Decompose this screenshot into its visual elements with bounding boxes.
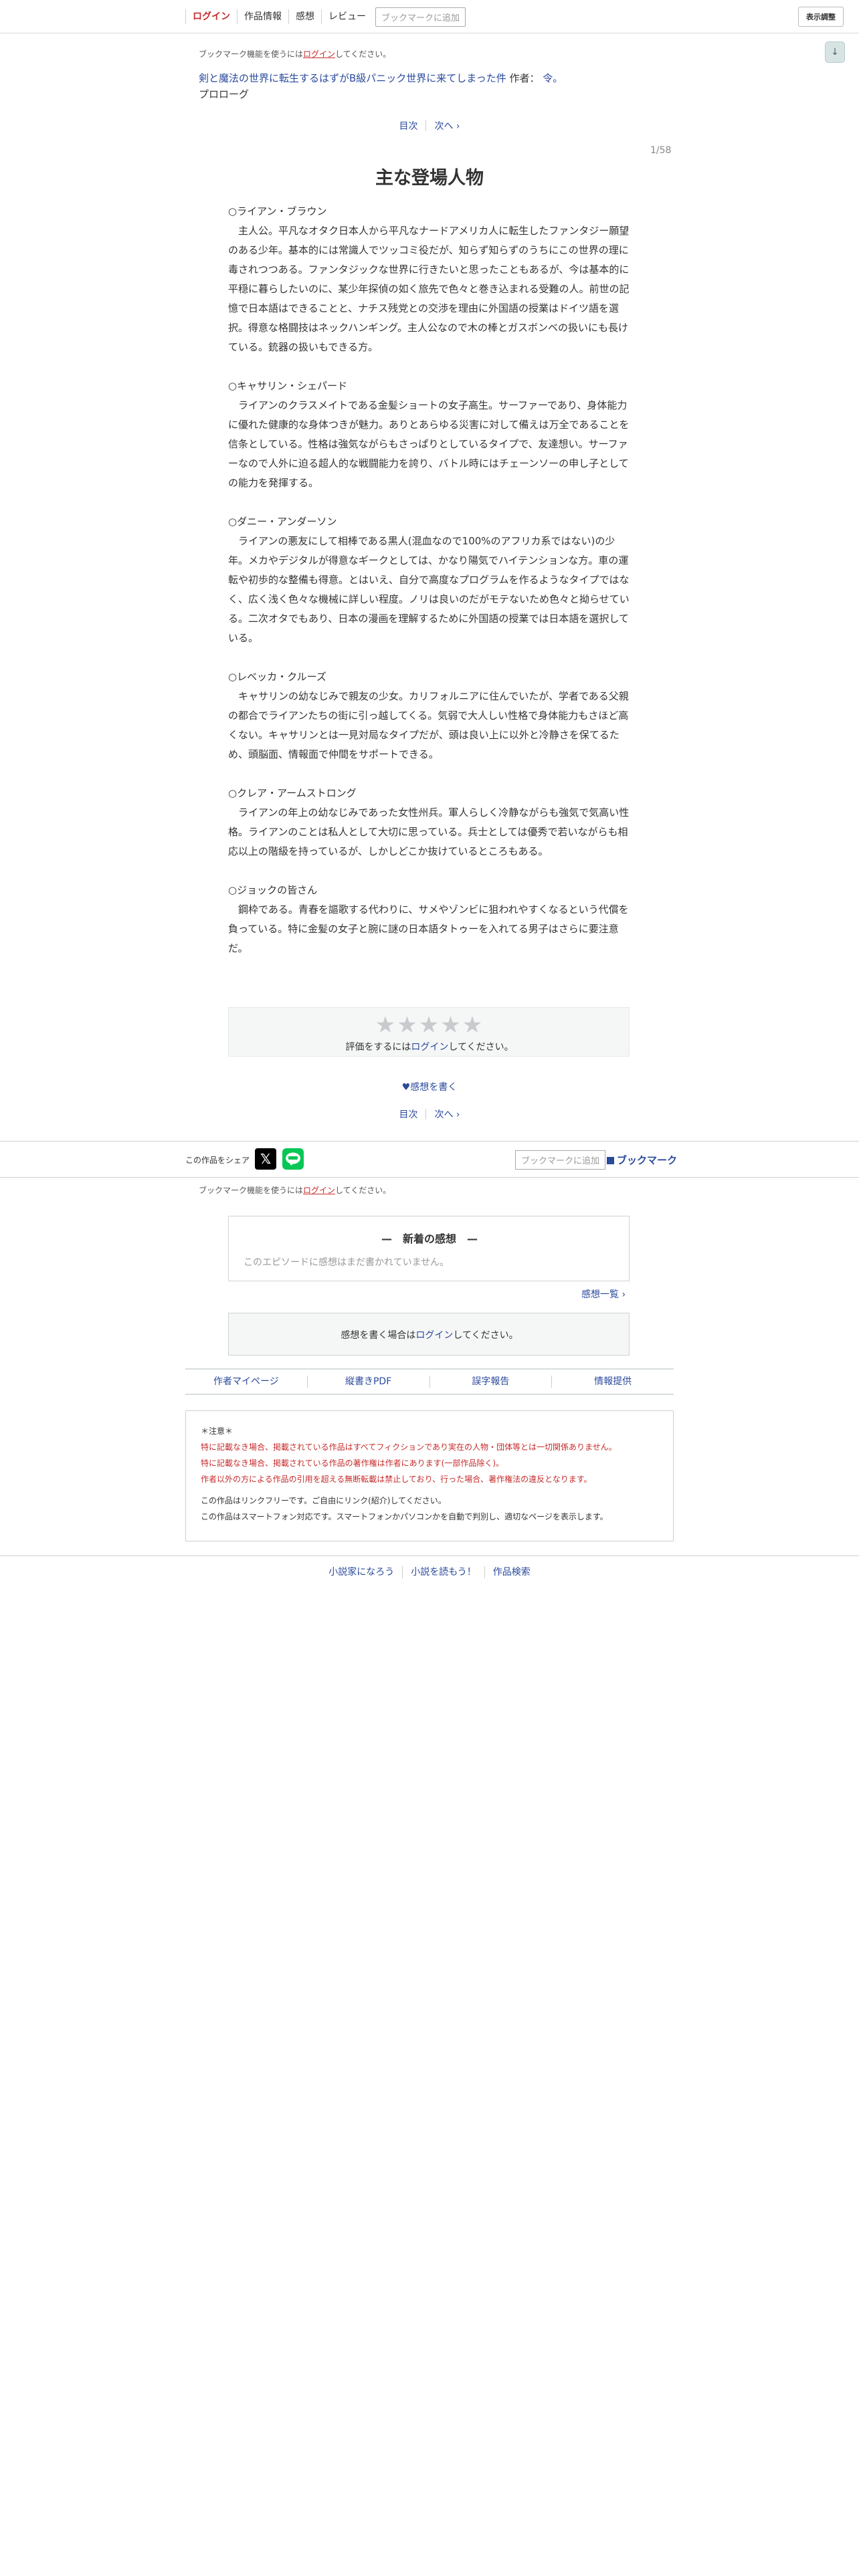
work-info-link[interactable]: 作品情報	[237, 9, 289, 24]
login-link[interactable]: ログイン	[185, 9, 237, 24]
toc-link[interactable]: 目次	[391, 1107, 425, 1121]
bookmark-login-notice: ブックマーク機能を使うにはログインしてください。	[199, 49, 391, 59]
latest-impressions-box: — 新着の感想 — このエピソードに感想はまだ書かれていません。	[228, 1216, 630, 1281]
impressions-empty-text: このエピソードに感想はまだ書かれていません。	[244, 1257, 450, 1268]
bottom-site-links: 小説家になろう 小説を読もう！ 作品検索	[0, 1566, 859, 1578]
bottom-divider	[0, 1555, 859, 1556]
next-link[interactable]: 次へ ›	[426, 1107, 468, 1121]
review-link[interactable]: レビュー	[322, 9, 373, 24]
bookmark-login-link[interactable]: ログイン	[303, 49, 335, 59]
scroll-down-icon[interactable]: ↓	[825, 41, 845, 63]
character-entry: ○ライアン・ブラウン 主人公。平凡なオタク日本人から平凡なナードアメリカ人に転生…	[228, 202, 630, 357]
character-entry: ○レベッカ・クルーズ キャサリンの幼なじみで親友の少女。カリフォルニアに住んでい…	[228, 667, 630, 764]
typo-report-link[interactable]: 誤字報告	[430, 1376, 553, 1388]
character-entry: ○ジョックの皆さん 鋼枠である。青春を謳歌する代わりに、サメやゾンビに狙われやす…	[228, 881, 630, 958]
impressions-title: — 新着の感想 —	[381, 1232, 478, 1245]
novel-info: 剣と魔法の世界に転生するはずがB級パニック世界に来てしまった件 作者： 令。	[199, 71, 563, 85]
page-count: 1/58	[650, 145, 672, 156]
character-description: ライアンのクラスメイトである金髪ショートの女子高生。サーファーであり、身体能力に…	[228, 399, 630, 489]
chapter-title: 主な登場人物	[375, 168, 484, 189]
character-heading: ○ダニー・アンダーソン	[228, 516, 337, 528]
bookmark-icon	[607, 1157, 614, 1164]
star-rating-icon[interactable]: ★★★★★	[229, 1012, 630, 1039]
character-heading: ○ライアン・ブラウン	[228, 205, 327, 217]
share-bar: この作品をシェア 𝕏 ブックマークに追加 ブックマーク	[0, 1141, 859, 1178]
character-entry: ○クレア・アームストロング ライアンの年上の幼なじみであった女性州兵。軍人らしく…	[228, 784, 630, 861]
share-label: この作品をシェア	[185, 1156, 250, 1165]
bookmark-login-link[interactable]: ログイン	[303, 1186, 335, 1195]
write-review-link[interactable]: ♥感想を書く	[0, 1080, 859, 1093]
character-entry: ○キャサリン・シェパード ライアンのクラスメイトである金髪ショートの女子高生。サ…	[228, 377, 630, 493]
novel-title-link[interactable]: 剣と魔法の世界に転生するはずがB級パニック世界に来てしまった件	[199, 72, 506, 84]
x-share-icon[interactable]: 𝕏	[255, 1148, 276, 1170]
notice-box: ＊注意＊ 特に記載なき場合、掲載されている作品はすべてフィクションであり実在の人…	[185, 1410, 674, 1541]
novel-body: ○ライアン・ブラウン 主人公。平凡なオタク日本人から平凡なナードアメリカ人に転生…	[228, 202, 630, 978]
notice-red-line: 特に記載なき場合、掲載されている作品はすべてフィクションであり実在の人物・団体等…	[201, 1442, 617, 1452]
notice-gray-line: この作品はリンクフリーです。ご自由にリンク(紹介)してください。	[201, 1496, 446, 1505]
display-settings-button[interactable]: 表示調整	[798, 7, 844, 27]
footer-links: 作者マイページ 縦書きPDF 誤字報告 情報提供	[185, 1368, 674, 1395]
add-bookmark-button[interactable]: ブックマークに追加	[375, 7, 466, 27]
character-description: 鋼枠である。青春を謳歌する代わりに、サメやゾンビに狙われやすくなるという代償を負…	[228, 903, 629, 954]
write-login-notice: 感想を書く場合はログインしてください。	[341, 1330, 518, 1341]
character-description: ライアンの悪友にして相棒である黒人(混血なので100%のアフリカ系ではない)の少…	[228, 535, 630, 644]
bookmark-link[interactable]: ブックマーク	[607, 1153, 677, 1167]
rating-login-notice: 評価をするにはログインしてください。	[345, 1042, 514, 1053]
character-entry: ○ダニー・アンダーソン ライアンの悪友にして相棒である黒人(混血なので100%の…	[228, 512, 630, 648]
yomou-link[interactable]: 小説を読もう！	[403, 1566, 485, 1578]
character-heading: ○レベッカ・クルーズ	[228, 671, 326, 683]
character-description: キャサリンの幼なじみで親友の少女。カリフォルニアに住んでいたが、学者である父親の…	[228, 690, 629, 760]
line-logo-icon	[286, 1152, 300, 1166]
vertical-pdf-link[interactable]: 縦書きPDF	[308, 1376, 430, 1388]
pager-top: 目次 次へ ›	[0, 119, 859, 132]
author-mypage-link[interactable]: 作者マイページ	[185, 1376, 308, 1388]
notice-heading: ＊注意＊	[201, 1426, 233, 1436]
character-heading: ○クレア・アームストロング	[228, 787, 357, 799]
write-impression-box: 感想を書く場合はログインしてください。	[228, 1313, 630, 1356]
toc-link[interactable]: 目次	[391, 119, 425, 132]
notice-red-line: 作者以外の方による作品の引用を超える無断転載は禁止しており、行った場合、著作権法…	[201, 1475, 592, 1484]
character-description: ライアンの年上の幼なじみであった女性州兵。軍人らしく冷静ながらも強気で気高い性格…	[228, 807, 630, 857]
impressions-list-link[interactable]: 感想一覧 ›	[581, 1287, 626, 1301]
syosetu-home-link[interactable]: 小説家になろう	[320, 1566, 403, 1578]
write-login-link[interactable]: ログイン	[415, 1330, 453, 1341]
search-link[interactable]: 作品検索	[485, 1566, 539, 1578]
character-description: 主人公。平凡なオタク日本人から平凡なナードアメリカ人に転生したファンタジー願望の…	[228, 225, 630, 353]
line-share-icon[interactable]	[282, 1148, 304, 1170]
bookmark-login-notice: ブックマーク機能を使うにはログインしてください。	[199, 1186, 391, 1195]
pager-bottom: 目次 次へ ›	[0, 1107, 859, 1121]
next-link[interactable]: 次へ ›	[426, 119, 468, 132]
top-header: ログイン 作品情報 感想 レビュー ブックマークに追加 表示調整	[0, 0, 859, 33]
add-bookmark-button[interactable]: ブックマークに追加	[515, 1150, 606, 1170]
episode-subtitle: プロローグ	[199, 88, 250, 100]
author-link[interactable]: 令。	[543, 72, 563, 84]
rating-box: ★★★★★ 評価をするにはログインしてください。	[228, 1007, 630, 1057]
impressions-link[interactable]: 感想	[289, 9, 322, 24]
info-report-link[interactable]: 情報提供	[552, 1376, 674, 1388]
character-heading: ○キャサリン・シェパード	[228, 380, 348, 392]
header-nav: ログイン 作品情報 感想 レビュー ブックマークに追加	[185, 0, 466, 33]
author-label: 作者：	[509, 72, 540, 84]
character-heading: ○ジョックの皆さん	[228, 884, 318, 896]
notice-gray-line: この作品はスマートフォン対応です。スマートフォンかパソコンかを自動で判別し、適切…	[201, 1512, 608, 1521]
notice-red-line: 特に記載なき場合、掲載されている作品の著作権は作者にあります(一部作品除く)。	[201, 1459, 504, 1468]
rating-login-link[interactable]: ログイン	[411, 1042, 448, 1053]
